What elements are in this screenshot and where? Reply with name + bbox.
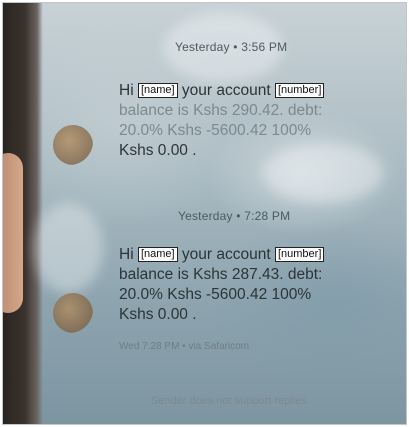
- message-text: balance is Kshs 290.42. debt:: [119, 102, 323, 119]
- message-text: balance is Kshs 287.43. debt:: [119, 266, 323, 283]
- message-text: 20.0% Kshs -5600.42 100%: [119, 122, 312, 139]
- number-redaction-tag: [number]: [274, 247, 325, 262]
- message-text: 20.0% Kshs -5600.42 100%: [119, 286, 312, 303]
- finger: [3, 153, 23, 313]
- phone-photo: Yesterday • 3:56 PM Hi [name] your accou…: [2, 2, 407, 425]
- sender-avatar: [53, 125, 93, 165]
- number-redaction-tag: [number]: [274, 83, 325, 98]
- message-text: Kshs 0.00 .: [119, 142, 197, 159]
- message-timestamp: Yesterday • 3:56 PM: [175, 40, 288, 54]
- no-reply-note: Sender does not support replies: [151, 395, 307, 407]
- message-timestamp: Yesterday • 7:28 PM: [178, 209, 291, 223]
- message-text: Kshs 0.00 .: [119, 306, 197, 323]
- greeting: Hi: [119, 246, 134, 263]
- name-redaction-tag: [name]: [137, 83, 178, 98]
- sender-avatar: [53, 293, 93, 333]
- message-text: your account: [181, 82, 271, 99]
- message-text: your account: [181, 246, 271, 263]
- greeting: Hi: [119, 82, 134, 99]
- name-redaction-tag: [name]: [137, 247, 178, 262]
- message-bubble[interactable]: Hi [name] your account [number] balance …: [119, 245, 379, 325]
- glare: [33, 203, 103, 293]
- message-bubble[interactable]: Hi [name] your account [number] balance …: [119, 81, 379, 161]
- message-meta: Wed 7:28 PM • via Safaricom: [119, 341, 250, 352]
